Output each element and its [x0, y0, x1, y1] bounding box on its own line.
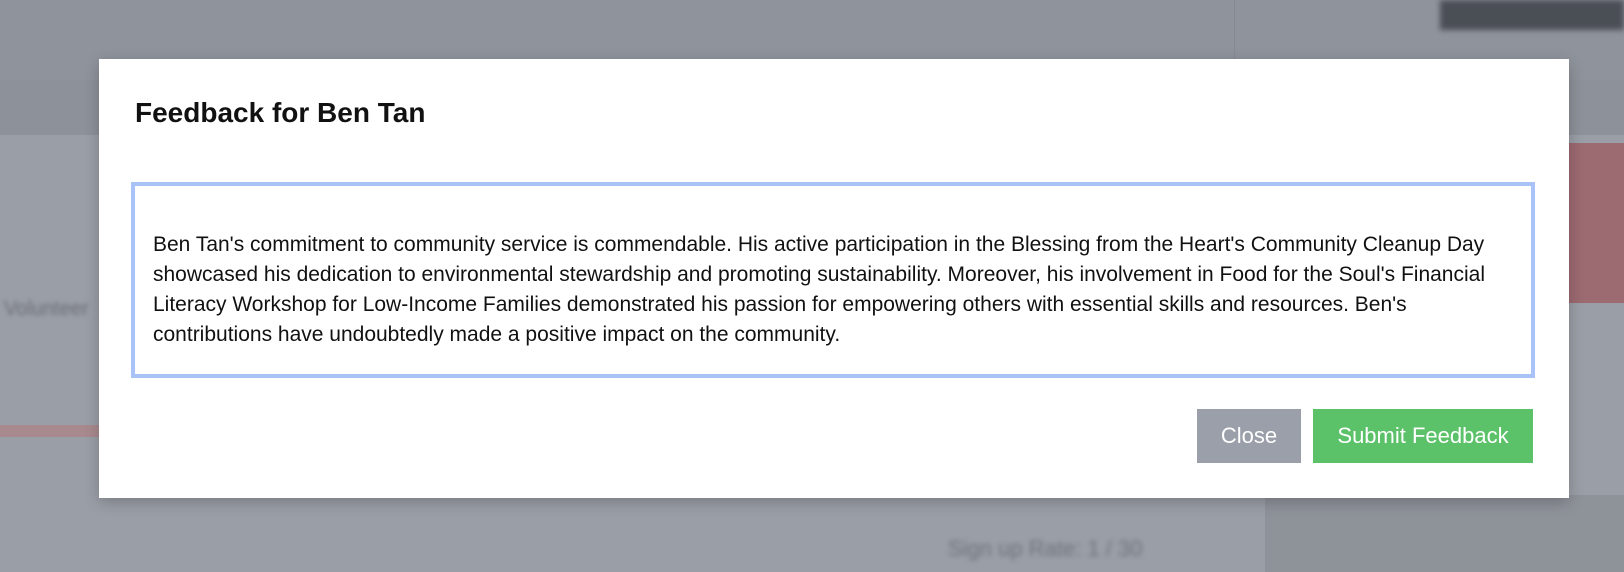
- dialog-title: Feedback for Ben Tan: [135, 97, 426, 128]
- background-logo: [1440, 0, 1624, 30]
- background-alert-panel: [1560, 143, 1624, 303]
- close-button[interactable]: Close: [1197, 409, 1301, 463]
- feedback-dialog: Feedback for Ben Tan Ben Tan's commitmen…: [99, 59, 1569, 498]
- background-sidebar: [1265, 495, 1624, 572]
- submit-feedback-button[interactable]: Submit Feedback: [1313, 409, 1533, 463]
- background-signup-rate: Sign up Rate: 1 / 30: [948, 536, 1143, 561]
- background-header-divider: [1234, 0, 1235, 60]
- background-divider: [0, 425, 110, 437]
- feedback-textarea[interactable]: Ben Tan's commitment to community servic…: [131, 182, 1535, 378]
- background-volunteer-label: Volunteer: [4, 298, 89, 320]
